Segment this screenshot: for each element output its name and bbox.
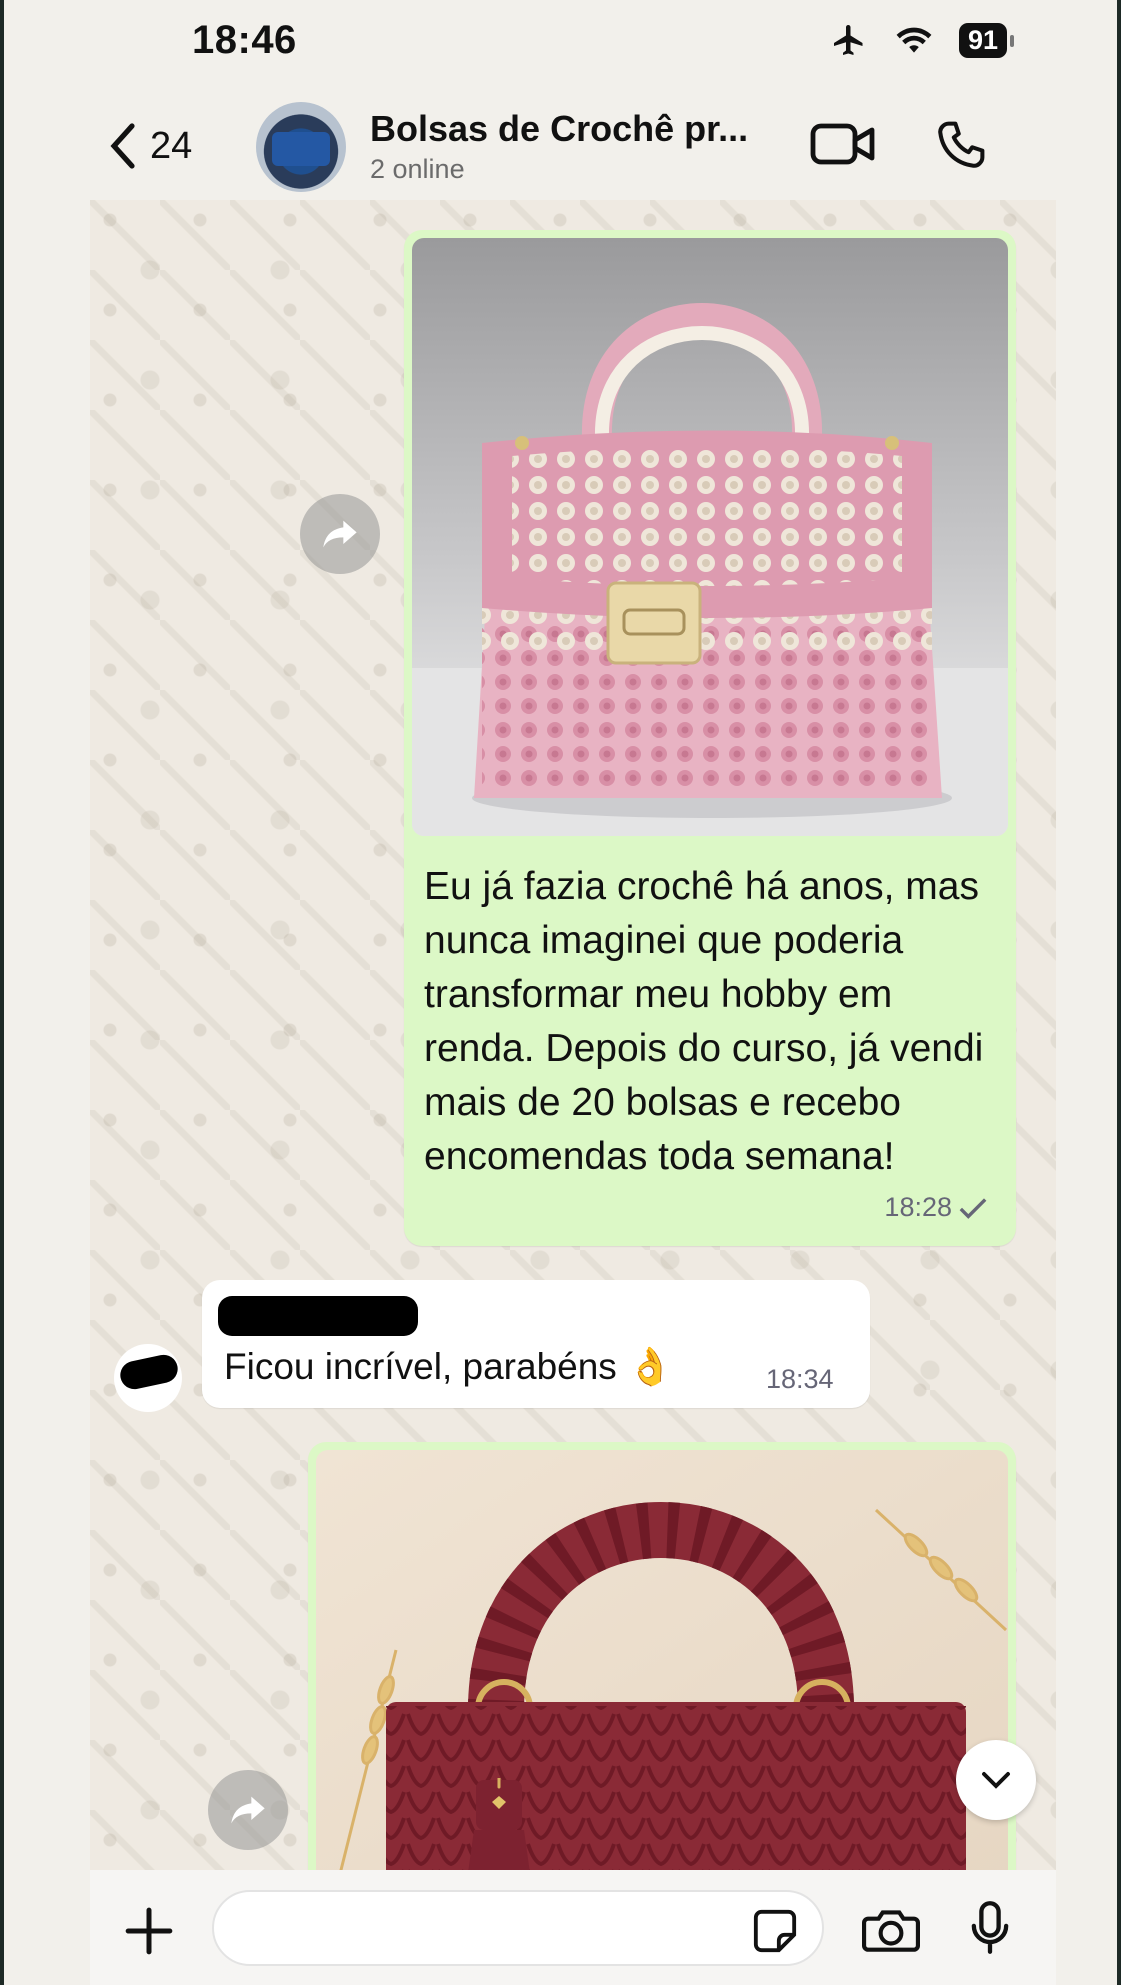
plus-icon[interactable] bbox=[124, 1906, 174, 1956]
message-time: 18:34 bbox=[766, 1364, 834, 1394]
outgoing-message[interactable] bbox=[308, 1442, 1016, 1870]
forward-button[interactable] bbox=[208, 1770, 288, 1850]
status-icons: 91 bbox=[829, 22, 1015, 58]
scroll-to-bottom-button[interactable] bbox=[956, 1740, 1036, 1820]
forward-button[interactable] bbox=[300, 494, 380, 574]
video-call-icon[interactable] bbox=[810, 118, 876, 170]
message-image[interactable] bbox=[316, 1450, 1008, 1870]
group-avatar[interactable] bbox=[256, 102, 346, 192]
status-time: 18:46 bbox=[192, 18, 297, 62]
single-check-icon bbox=[959, 1197, 987, 1219]
phone-screen: 18:46 91 24 Bolsas de Crochê pr... 2 onl… bbox=[4, 0, 1117, 1985]
message-meta: 18:28 bbox=[884, 1192, 988, 1223]
wifi-icon bbox=[896, 27, 932, 53]
chat-subtitle: 2 online bbox=[370, 154, 465, 184]
phone-call-icon[interactable] bbox=[934, 118, 988, 172]
microphone-icon[interactable] bbox=[970, 1900, 1010, 1956]
message-image[interactable] bbox=[412, 238, 1008, 836]
sticker-icon[interactable] bbox=[752, 1908, 798, 1954]
message-text: Ficou incrível, parabéns 👌 bbox=[224, 1346, 674, 1387]
chevron-down-icon bbox=[982, 1772, 1010, 1789]
burgundy-crochet-bag-image bbox=[316, 1450, 1008, 1870]
incoming-message[interactable]: Ficou incrível, parabéns 👌 18:34 bbox=[202, 1280, 870, 1408]
forward-icon bbox=[323, 520, 357, 548]
chat-area[interactable]: Eu já fazia crochê há anos, mas nunca im… bbox=[90, 200, 1056, 1870]
unread-count: 24 bbox=[150, 124, 193, 167]
message-input[interactable] bbox=[212, 1890, 824, 1966]
battery-indicator: 91 bbox=[958, 22, 1015, 58]
outgoing-message[interactable]: Eu já fazia crochê há anos, mas nunca im… bbox=[404, 230, 1016, 1246]
sender-avatar[interactable] bbox=[114, 1344, 182, 1412]
chat-title[interactable]: Bolsas de Crochê pr... bbox=[370, 108, 748, 150]
forward-icon bbox=[231, 1796, 265, 1824]
redacted-sender-name bbox=[218, 1296, 418, 1336]
chevron-left-icon bbox=[110, 123, 135, 169]
pink-crochet-bag-image bbox=[412, 238, 1008, 836]
camera-icon[interactable] bbox=[862, 1904, 920, 1954]
back-button[interactable]: 24 bbox=[108, 122, 192, 170]
composer-bar bbox=[90, 1870, 1056, 1985]
airplane-icon bbox=[833, 25, 863, 55]
message-text: Eu já fazia crochê há anos, mas nunca im… bbox=[424, 865, 984, 1178]
message-time: 18:28 bbox=[884, 1192, 952, 1222]
